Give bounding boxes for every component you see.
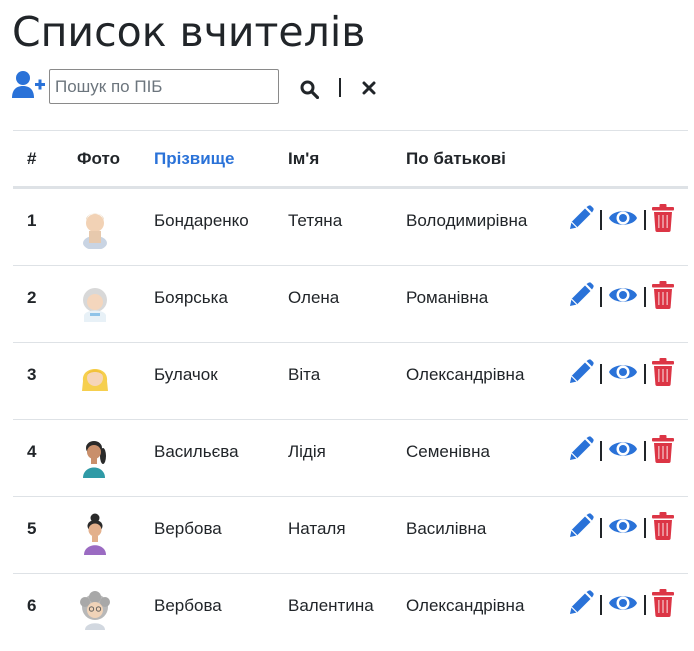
eye-icon[interactable] — [608, 591, 638, 615]
column-header-photo: Фото — [77, 149, 120, 168]
row-number: 4 — [27, 442, 37, 461]
pencil-icon[interactable] — [568, 359, 594, 385]
teacher-photo — [83, 288, 107, 322]
row-number: 6 — [27, 596, 37, 615]
surname-cell: Бондаренко — [154, 211, 249, 230]
row-number: 1 — [27, 211, 37, 230]
surname-cell: Вербова — [154, 519, 222, 538]
action-separator — [600, 518, 602, 538]
trash-icon[interactable] — [652, 281, 674, 309]
search-icon[interactable] — [300, 80, 319, 99]
eye-icon[interactable] — [608, 514, 638, 538]
teacher-photo — [84, 513, 106, 555]
user-plus-icon[interactable] — [12, 70, 45, 100]
trash-icon[interactable] — [652, 512, 674, 540]
name-cell: Наталя — [288, 519, 346, 538]
trash-icon[interactable] — [652, 435, 674, 463]
action-separator — [644, 518, 646, 538]
trash-icon[interactable] — [652, 204, 674, 232]
page-title: Список вчителів — [12, 8, 366, 56]
table-row: 4 Васильєва Лідія Семенівна — [13, 420, 688, 497]
action-separator — [600, 595, 602, 615]
patronymic-cell: Василівна — [406, 519, 487, 538]
name-cell: Валентина — [288, 596, 374, 615]
row-number: 3 — [27, 365, 37, 384]
action-separator — [600, 364, 602, 384]
row-actions — [568, 204, 688, 235]
table-top-border — [13, 130, 688, 131]
teacher-photo — [83, 213, 107, 249]
surname-cell: Булачок — [154, 365, 218, 384]
column-header-name: Ім'я — [288, 149, 320, 168]
action-separator — [644, 441, 646, 461]
table-row: 1 Бондаренко Тетяна Володимирівна — [13, 189, 688, 266]
name-cell: Олена — [288, 288, 340, 307]
teacher-photo — [80, 591, 110, 630]
toolbar-separator — [339, 78, 341, 97]
row-actions — [568, 358, 688, 389]
action-separator — [600, 210, 602, 230]
column-header-number: # — [27, 149, 37, 168]
pencil-icon[interactable] — [568, 590, 594, 616]
action-separator — [644, 287, 646, 307]
eye-icon[interactable] — [608, 283, 638, 307]
name-cell: Тетяна — [288, 211, 343, 230]
surname-cell: Вербова — [154, 596, 222, 615]
action-separator — [600, 441, 602, 461]
pencil-icon[interactable] — [568, 436, 594, 462]
teacher-photo — [82, 369, 108, 391]
patronymic-cell: Олександрівна — [406, 365, 525, 384]
row-actions — [568, 281, 688, 312]
name-cell: Віта — [288, 365, 321, 384]
action-separator — [644, 210, 646, 230]
trash-icon[interactable] — [652, 358, 674, 386]
action-separator — [644, 364, 646, 384]
column-header-surname[interactable]: Прізвище — [154, 149, 234, 169]
row-number: 5 — [27, 519, 37, 538]
close-icon[interactable] — [362, 81, 376, 95]
pencil-icon[interactable] — [568, 282, 594, 308]
patronymic-cell: Олександрівна — [406, 596, 525, 615]
trash-icon[interactable] — [652, 589, 674, 617]
surname-cell: Боярська — [154, 288, 228, 307]
column-header-patronymic: По батькові — [406, 149, 506, 168]
table-row: 3 Булачок Віта Олександрівна — [13, 343, 688, 420]
action-separator — [600, 287, 602, 307]
patronymic-cell: Романівна — [406, 288, 489, 307]
pencil-icon[interactable] — [568, 513, 594, 539]
eye-icon[interactable] — [608, 360, 638, 384]
surname-cell: Васильєва — [154, 442, 239, 461]
action-separator — [644, 595, 646, 615]
patronymic-cell: Семенівна — [406, 442, 490, 461]
teacher-photo — [83, 441, 106, 478]
table-row: 5 Вербова Наталя Василівна — [13, 497, 688, 574]
row-actions — [568, 435, 688, 466]
table-row: 6 Вербова Валентина Олександрівна — [13, 574, 688, 651]
table-row: 2 Боярська Олена Романівна — [13, 266, 688, 343]
row-number: 2 — [27, 288, 37, 307]
row-actions — [568, 589, 688, 620]
eye-icon[interactable] — [608, 437, 638, 461]
row-actions — [568, 512, 688, 543]
patronymic-cell: Володимирівна — [406, 211, 528, 230]
eye-icon[interactable] — [608, 206, 638, 230]
search-input[interactable] — [49, 69, 279, 104]
name-cell: Лідія — [288, 442, 326, 461]
pencil-icon[interactable] — [568, 205, 594, 231]
